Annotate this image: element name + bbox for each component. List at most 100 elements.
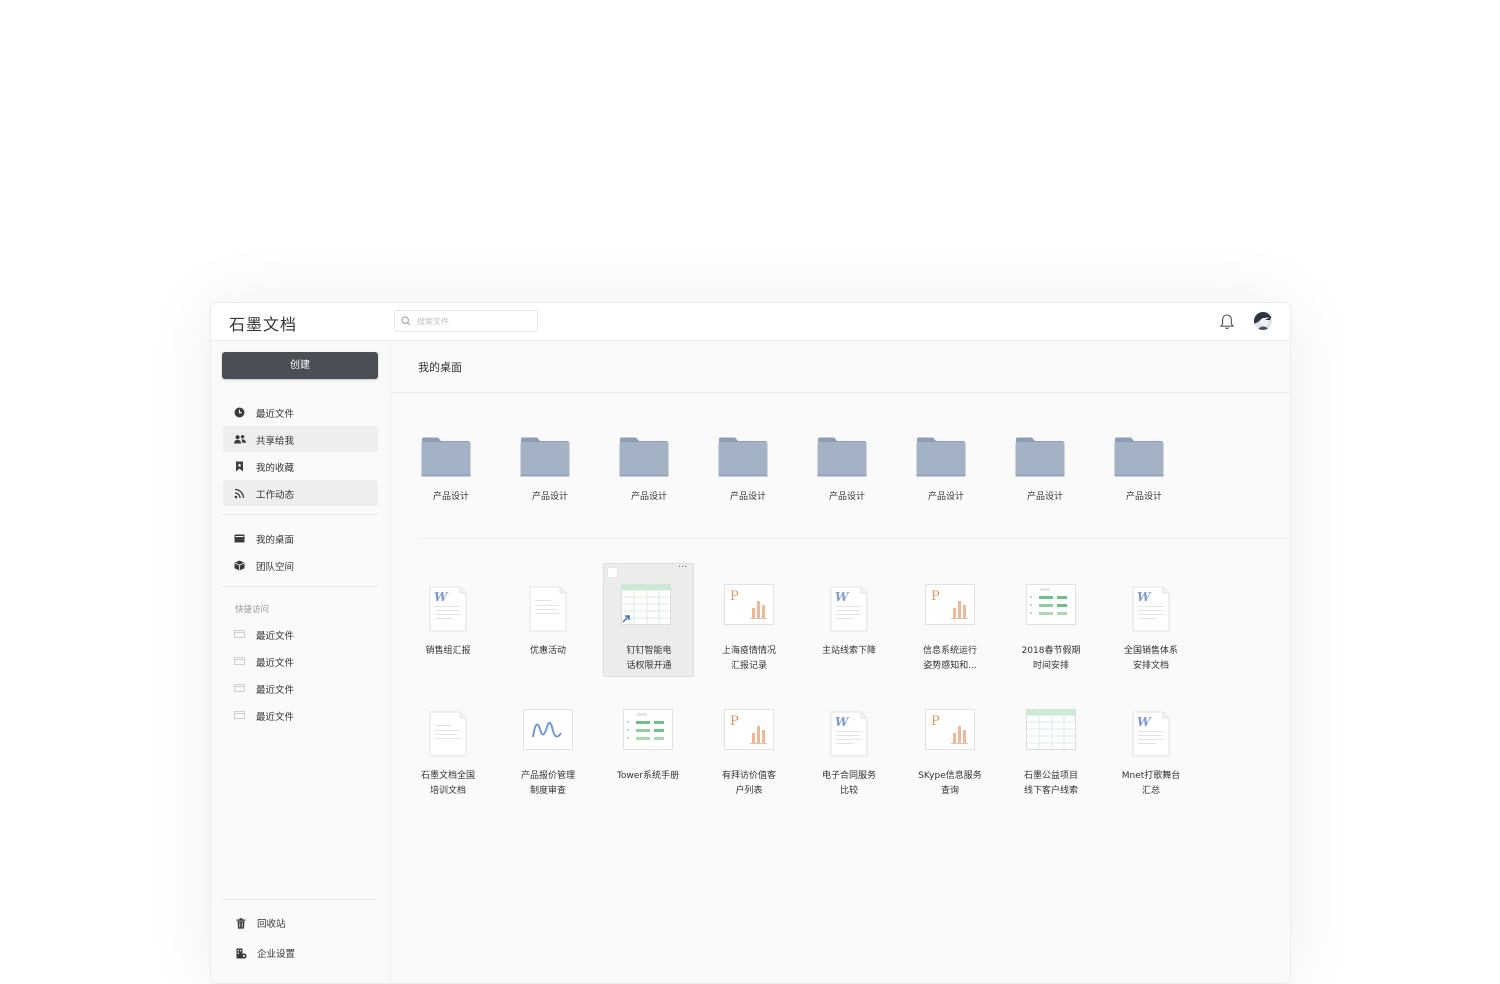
sheet-shortcut-icon (621, 584, 671, 625)
nav-recent-files[interactable]: 最近文件 (223, 399, 378, 425)
folder-item[interactable]: 产品设计 (619, 396, 679, 502)
title-divider (391, 392, 1290, 393)
nav-label: 回收站 (257, 919, 286, 930)
app-logo[interactable]: 石墨文档 (229, 311, 297, 335)
file-item[interactable]: 石墨文档全国 培训文档 (398, 703, 498, 813)
board-icon (1026, 584, 1076, 625)
file-name-line: 查询 (940, 785, 959, 796)
main-content: 我的桌面 产品设计 产品设计 产品设计 产品设计 产品设计 产品设计 产品设计 … (391, 341, 1290, 983)
presentation-icon: P (724, 709, 774, 750)
file-name: 石墨公益项目 线下客户线索 (1001, 769, 1101, 798)
folder-item[interactable]: 产品设计 (817, 396, 877, 502)
quick-access-item[interactable]: 最近文件 (223, 702, 378, 728)
file-name-line: 安排文档 (1132, 660, 1169, 671)
window-icon (234, 630, 245, 638)
file-item[interactable]: W 主站线索下降 (799, 578, 899, 688)
file-item-selected[interactable]: ··· 钉钉智能电话权限开通 (601, 562, 701, 688)
nav-label: 企业设置 (257, 949, 296, 960)
file-name-line: 姿势感知和... (923, 660, 977, 671)
user-avatar[interactable] (1254, 312, 1272, 330)
file-item[interactable]: 石墨公益项目 线下客户线索 (1001, 703, 1101, 813)
nav-my-desktop[interactable]: 我的桌面 (223, 525, 378, 551)
folder-name: 产品设计 (432, 492, 469, 502)
folder-icon (1114, 437, 1164, 477)
nav-label: 工作动态 (256, 490, 295, 501)
file-name: 2018春节假期 时间安排 (1001, 644, 1101, 673)
folder-item[interactable]: 产品设计 (520, 396, 580, 502)
file-name-line: 主站线索下降 (821, 646, 876, 656)
quick-access-item[interactable]: 最近文件 (223, 648, 378, 674)
search-box[interactable] (394, 310, 538, 332)
rss-icon (234, 488, 245, 499)
file-name: Tower系统手册 (598, 769, 698, 784)
nav-trash[interactable]: 回收站 (223, 911, 378, 935)
search-input[interactable] (417, 313, 527, 329)
file-item[interactable]: W Mnet打歌舞台 汇总 (1101, 703, 1201, 813)
page-title: 我的桌面 (418, 361, 462, 374)
folder-item[interactable]: 产品设计 (421, 396, 481, 502)
nav-favorites[interactable]: 我的收藏 (223, 453, 378, 479)
file-name-line: 2018春节假期 (1021, 646, 1081, 656)
create-button[interactable]: 创建 (222, 352, 378, 379)
file-name: 电子合同服务 比较 (799, 769, 899, 798)
nav-enterprise-settings[interactable]: 企业设置 (223, 941, 378, 965)
quick-access-item[interactable]: 最近文件 (223, 621, 378, 647)
nav-label: 团队空间 (256, 562, 295, 573)
folder-item[interactable]: 产品设计 (916, 396, 976, 502)
folder-name: 产品设计 (630, 492, 667, 502)
file-item[interactable]: 2018春节假期 时间安排 (1001, 578, 1101, 688)
folder-icon (619, 437, 669, 477)
file-name-line: SKype信息服务 (918, 771, 982, 781)
file-item[interactable]: W 全国销售体系 安排文档 (1101, 578, 1201, 688)
file-item[interactable]: P 有拜访价值客 户列表 (699, 703, 799, 813)
file-item[interactable]: P SKype信息服务 查询 (900, 703, 1000, 813)
presentation-icon: P (925, 709, 975, 750)
svg-text:W: W (1137, 715, 1152, 729)
bell-icon[interactable] (1219, 313, 1235, 331)
svg-text:P: P (931, 589, 940, 604)
sidebar-divider (223, 514, 378, 515)
nav-team-space[interactable]: 团队空间 (223, 552, 378, 578)
file-name-line: 话权限开通 (626, 660, 672, 671)
svg-text:P: P (730, 714, 739, 729)
file-item[interactable]: 优惠活动 (498, 578, 598, 688)
sidebar-divider (223, 586, 378, 587)
file-name-line: 石墨文档全国 (420, 771, 475, 781)
folder-icon (421, 437, 471, 477)
file-item[interactable]: W 销售组汇报 (398, 578, 498, 688)
window-icon (234, 711, 245, 719)
mindmap-icon (523, 709, 573, 750)
file-item[interactable]: P 上海疫情情况 汇报记录 (699, 578, 799, 688)
section-divider (418, 538, 1290, 539)
word-doc-icon: W (830, 711, 868, 757)
desktop-icon (234, 534, 245, 543)
file-item[interactable]: P 信息系统运行 姿势感知和... (900, 578, 1000, 688)
file-item[interactable]: Tower系统手册 (598, 703, 698, 813)
file-checkbox[interactable] (607, 567, 618, 578)
more-options-icon[interactable]: ··· (678, 562, 688, 573)
folder-name: 产品设计 (729, 492, 766, 502)
folder-name: 产品设计 (828, 492, 865, 502)
folder-item[interactable]: 产品设计 (1015, 396, 1075, 502)
nav-label: 最近文件 (256, 631, 295, 642)
folder-item[interactable]: 产品设计 (1114, 396, 1174, 502)
quick-access-item[interactable]: 最近文件 (223, 675, 378, 701)
word-doc-icon: W (830, 586, 868, 632)
folder-item[interactable]: 产品设计 (718, 396, 778, 502)
file-name-line: 户列表 (735, 785, 763, 796)
nav-activity[interactable]: 工作动态 (223, 480, 378, 506)
nav-label: 我的收藏 (256, 463, 295, 474)
nav-shared-with-me[interactable]: 共享给我 (223, 426, 378, 452)
file-name: SKype信息服务 查询 (900, 769, 1000, 798)
file-name-line: 钉钉智能电 (626, 646, 672, 656)
file-item[interactable]: W 电子合同服务 比较 (799, 703, 899, 813)
file-item[interactable]: 产品报价管理 制度审查 (498, 703, 598, 813)
file-name: Mnet打歌舞台 汇总 (1101, 769, 1201, 798)
presentation-icon: P (724, 584, 774, 625)
file-name-line: 电子合同服务 (821, 771, 876, 781)
folder-name: 产品设计 (927, 492, 964, 502)
file-name: 石墨文档全国 培训文档 (398, 769, 498, 798)
document-icon (429, 711, 467, 757)
trash-icon (236, 918, 246, 929)
file-name-line: 全国销售体系 (1123, 646, 1178, 656)
